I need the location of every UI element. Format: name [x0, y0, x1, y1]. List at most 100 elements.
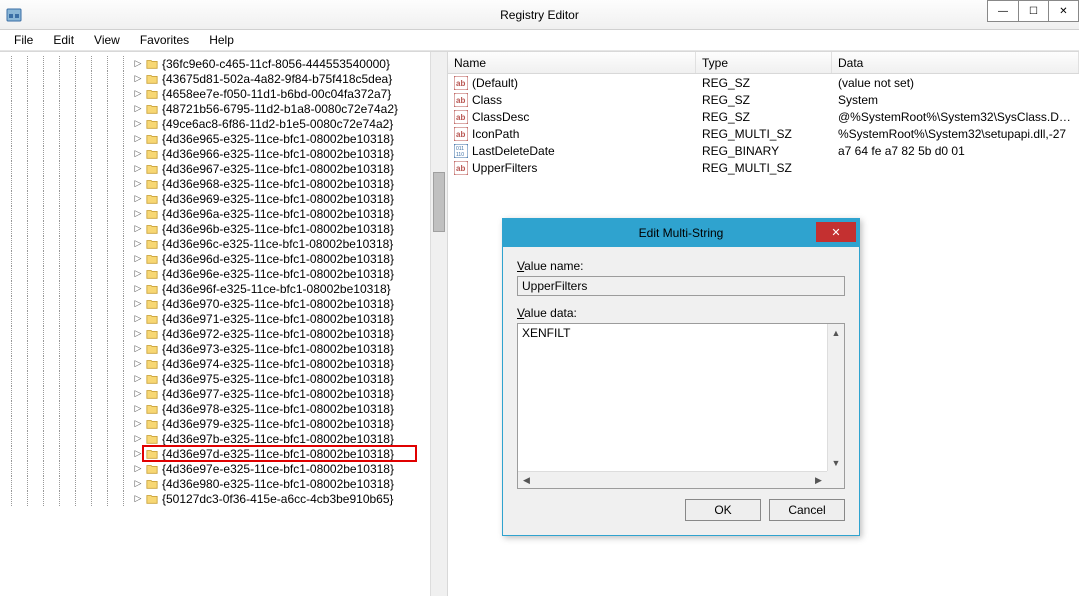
tree-item[interactable]: ▷{4d36e96b-e325-11ce-bfc1-08002be10318} — [4, 221, 447, 236]
tree-item[interactable]: ▷{4658ee7e-f050-11d1-b6bd-00c04fa372a7} — [4, 86, 447, 101]
folder-icon — [145, 298, 159, 310]
expand-icon[interactable]: ▷ — [132, 373, 144, 385]
value-row[interactable]: (Default)REG_SZ(value not set) — [448, 74, 1079, 91]
expand-icon[interactable]: ▷ — [132, 298, 144, 310]
expand-icon[interactable]: ▷ — [132, 268, 144, 280]
cancel-button[interactable]: Cancel — [769, 499, 845, 521]
tree-item[interactable]: ▷{4d36e96c-e325-11ce-bfc1-08002be10318} — [4, 236, 447, 251]
tree-item[interactable]: ▷{48721b56-6795-11d2-b1a8-0080c72e74a2} — [4, 101, 447, 116]
value-row[interactable]: IconPathREG_MULTI_SZ%SystemRoot%\System3… — [448, 125, 1079, 142]
tree-item[interactable]: ▷{4d36e96a-e325-11ce-bfc1-08002be10318} — [4, 206, 447, 221]
tree-item[interactable]: ▷{4d36e97b-e325-11ce-bfc1-08002be10318} — [4, 431, 447, 446]
maximize-button[interactable]: ☐ — [1018, 1, 1048, 21]
app-icon — [6, 7, 22, 23]
expand-icon[interactable]: ▷ — [132, 418, 144, 430]
value-row[interactable]: ClassDescREG_SZ@%SystemRoot%\System32\Sy… — [448, 108, 1079, 125]
expand-icon[interactable]: ▷ — [132, 343, 144, 355]
expand-icon[interactable]: ▷ — [132, 433, 144, 445]
tree-item[interactable]: ▷{36fc9e60-c465-11cf-8056-444553540000} — [4, 56, 447, 71]
tree-item[interactable]: ▷{4d36e96f-e325-11ce-bfc1-08002be10318} — [4, 281, 447, 296]
scroll-left-icon[interactable]: ◀ — [518, 472, 535, 488]
close-button[interactable]: ✕ — [1048, 1, 1078, 21]
menu-file[interactable]: File — [6, 31, 41, 49]
tree-item[interactable]: ▷{4d36e97d-e325-11ce-bfc1-08002be10318} — [4, 446, 447, 461]
value-type: REG_MULTI_SZ — [696, 127, 832, 141]
tree-item-label: {4d36e974-e325-11ce-bfc1-08002be10318} — [162, 357, 394, 371]
expand-icon[interactable]: ▷ — [132, 493, 144, 505]
tree-item[interactable]: ▷{4d36e968-e325-11ce-bfc1-08002be10318} — [4, 176, 447, 191]
col-type[interactable]: Type — [696, 52, 832, 73]
dialog-hscroll[interactable]: ◀ ▶ — [518, 471, 827, 488]
dialog-close-button[interactable]: ✕ — [816, 222, 856, 242]
value-data-textarea[interactable] — [518, 324, 827, 471]
expand-icon[interactable]: ▷ — [132, 73, 144, 85]
tree-item[interactable]: ▷ {4d36e966-e325-11ce-bfc1-08002be10318} — [4, 146, 447, 161]
expand-icon[interactable]: ▷ — [132, 163, 144, 175]
expand-icon[interactable]: ▷ — [132, 403, 144, 415]
expand-icon[interactable]: ▷ — [132, 103, 144, 115]
expand-icon[interactable]: ▷ — [132, 358, 144, 370]
expand-icon[interactable]: ▷ — [132, 178, 144, 190]
minimize-button[interactable]: — — [988, 1, 1018, 21]
tree-item[interactable]: ▷{4d36e96d-e325-11ce-bfc1-08002be10318} — [4, 251, 447, 266]
col-data[interactable]: Data — [832, 52, 1079, 73]
tree-item[interactable]: ▷{4d36e973-e325-11ce-bfc1-08002be10318} — [4, 341, 447, 356]
expand-icon[interactable]: ▷ — [132, 283, 144, 295]
tree-item[interactable]: ▷{4d36e979-e325-11ce-bfc1-08002be10318} — [4, 416, 447, 431]
tree-item[interactable]: ▷{4d36e969-e325-11ce-bfc1-08002be10318} — [4, 191, 447, 206]
menu-help[interactable]: Help — [201, 31, 242, 49]
expand-icon[interactable]: ▷ — [132, 463, 144, 475]
col-name[interactable]: Name — [448, 52, 696, 73]
menu-favorites[interactable]: Favorites — [132, 31, 197, 49]
value-row[interactable]: UpperFiltersREG_MULTI_SZ — [448, 159, 1079, 176]
tree-item[interactable]: ▷{4d36e967-e325-11ce-bfc1-08002be10318} — [4, 161, 447, 176]
tree-item[interactable]: ▷{4d36e965-e325-11ce-bfc1-08002be10318} — [4, 131, 447, 146]
value-name: LastDeleteDate — [472, 144, 555, 158]
expand-icon[interactable]: ▷ — [132, 118, 144, 130]
expand-icon[interactable]: ▷ — [132, 448, 144, 460]
expand-icon[interactable]: ▷ — [132, 478, 144, 490]
expand-icon[interactable]: ▷ — [132, 238, 144, 250]
scroll-down-icon[interactable]: ▼ — [828, 454, 844, 471]
tree-item[interactable]: ▷ {4d36e974-e325-11ce-bfc1-08002be10318} — [4, 356, 447, 371]
scrollbar-thumb[interactable] — [433, 172, 445, 232]
expand-icon[interactable]: ▷ — [132, 328, 144, 340]
expand-icon[interactable]: ▷ — [132, 388, 144, 400]
scroll-right-icon[interactable]: ▶ — [810, 472, 827, 488]
expand-icon[interactable]: ▷ — [132, 88, 144, 100]
values-list[interactable]: (Default)REG_SZ(value not set)ClassREG_S… — [448, 74, 1079, 176]
tree-item[interactable]: ▷{4d36e980-e325-11ce-bfc1-08002be10318} — [4, 476, 447, 491]
expand-icon[interactable]: ▷ — [132, 58, 144, 70]
tree-item[interactable]: ▷{4d36e970-e325-11ce-bfc1-08002be10318} — [4, 296, 447, 311]
registry-tree[interactable]: ▷{36fc9e60-c465-11cf-8056-444553540000}▷… — [0, 52, 447, 510]
dialog-vscroll[interactable]: ▲ ▼ — [827, 324, 844, 471]
values-header: Name Type Data — [448, 52, 1079, 74]
dialog-titlebar[interactable]: Edit Multi-String ✕ — [503, 219, 859, 247]
tree-item[interactable]: ▷{4d36e971-e325-11ce-bfc1-08002be10318} — [4, 311, 447, 326]
tree-item[interactable]: ▷{4d36e978-e325-11ce-bfc1-08002be10318} — [4, 401, 447, 416]
expand-icon[interactable]: ▷ — [132, 253, 144, 265]
tree-item[interactable]: ▷{4d36e972-e325-11ce-bfc1-08002be10318} — [4, 326, 447, 341]
tree-item[interactable]: ▷{4d36e97e-e325-11ce-bfc1-08002be10318} — [4, 461, 447, 476]
value-row[interactable]: ClassREG_SZSystem — [448, 91, 1079, 108]
expand-icon[interactable]: ▷ — [132, 313, 144, 325]
menu-edit[interactable]: Edit — [45, 31, 82, 49]
menu-view[interactable]: View — [86, 31, 128, 49]
expand-icon[interactable]: ▷ — [132, 208, 144, 220]
tree-item-label: {4d36e966-e325-11ce-bfc1-08002be10318} — [162, 147, 394, 161]
tree-item[interactable]: ▷{49ce6ac8-6f86-11d2-b1e5-0080c72e74a2} — [4, 116, 447, 131]
value-name-input[interactable] — [517, 276, 845, 296]
tree-item[interactable]: ▷{4d36e977-e325-11ce-bfc1-08002be10318} — [4, 386, 447, 401]
tree-item[interactable]: ▷{43675d81-502a-4a82-9f84-b75f418c5dea} — [4, 71, 447, 86]
tree-item[interactable]: ▷{50127dc3-0f36-415e-a6cc-4cb3be910b65} — [4, 491, 447, 506]
expand-icon[interactable]: ▷ — [132, 133, 144, 145]
value-row[interactable]: LastDeleteDateREG_BINARYa7 64 fe a7 82 5… — [448, 142, 1079, 159]
tree-item[interactable]: ▷{4d36e96e-e325-11ce-bfc1-08002be10318} — [4, 266, 447, 281]
expand-icon[interactable]: ▷ — [132, 223, 144, 235]
tree-scrollbar[interactable] — [430, 52, 447, 596]
ok-button[interactable]: OK — [685, 499, 761, 521]
expand-icon[interactable]: ▷ — [132, 148, 144, 160]
expand-icon[interactable]: ▷ — [132, 193, 144, 205]
scroll-up-icon[interactable]: ▲ — [828, 324, 844, 341]
tree-item[interactable]: ▷{4d36e975-e325-11ce-bfc1-08002be10318} — [4, 371, 447, 386]
